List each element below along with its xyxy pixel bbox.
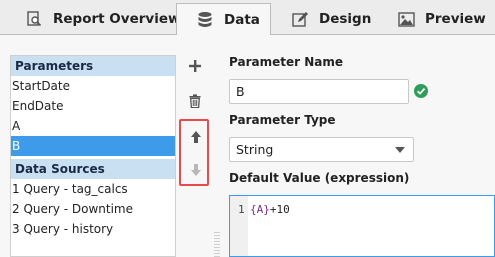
tab-bar: Report Overview Data Design Preview <box>0 0 495 36</box>
parameter-item-selected[interactable]: B <box>11 136 175 156</box>
parameter-item[interactable]: StartDate <box>11 76 175 96</box>
delete-parameter-button[interactable] <box>185 92 205 112</box>
arrow-up-icon <box>190 130 202 147</box>
default-value-label: Default Value (expression) <box>229 171 410 185</box>
tab-design[interactable]: Design <box>291 3 371 35</box>
code-text: +10 <box>269 203 290 216</box>
data-source-item[interactable]: 1 Query - tag_calcs <box>11 179 175 199</box>
line-number-gutter: 1 <box>230 196 248 256</box>
tab-label: Report Overview <box>53 11 181 27</box>
tab-label: Data <box>224 12 260 28</box>
tab-data[interactable]: Data <box>176 3 271 36</box>
chevron-down-icon <box>395 147 405 153</box>
valid-check-icon <box>414 84 428 98</box>
report-search-icon <box>25 10 43 28</box>
parameter-item[interactable]: A <box>11 116 175 136</box>
parameters-header: Parameters <box>11 56 175 76</box>
tab-label: Preview <box>425 11 486 27</box>
tab-preview[interactable]: Preview <box>397 3 486 35</box>
parameter-type-select[interactable]: String <box>229 137 414 162</box>
move-down-button[interactable] <box>186 161 206 181</box>
parameter-item[interactable]: EndDate <box>11 96 175 116</box>
data-sources-header: Data Sources <box>11 159 175 179</box>
plus-icon <box>188 59 202 76</box>
image-icon <box>397 10 415 28</box>
tab-label: Design <box>319 11 372 27</box>
arrow-down-icon <box>190 163 202 180</box>
data-source-item[interactable]: 3 Query - history <box>11 219 175 239</box>
splitter-grip[interactable] <box>214 232 220 257</box>
parameter-name-label: Parameter Name <box>229 55 343 69</box>
expression-editor[interactable]: 1 {A}+10 <box>229 195 495 257</box>
expression-code: {A}+10 <box>250 203 290 216</box>
line-number: 1 <box>238 203 245 216</box>
trash-icon <box>189 93 201 111</box>
tab-report-overview[interactable]: Report Overview <box>25 3 180 35</box>
parameters-datasources-panel: Parameters StartDate EndDate A B Data So… <box>10 55 176 257</box>
move-buttons-highlight <box>179 119 209 186</box>
add-parameter-button[interactable] <box>185 57 205 77</box>
parameter-name-input[interactable]: B <box>229 79 409 104</box>
data-source-item[interactable]: 2 Query - Downtime <box>11 199 175 219</box>
database-icon <box>196 11 214 29</box>
code-reference-token: {A} <box>250 203 270 216</box>
parameter-type-label: Parameter Type <box>229 113 336 127</box>
move-up-button[interactable] <box>186 128 206 148</box>
parameter-type-value: String <box>236 142 274 157</box>
pencil-edit-icon <box>291 10 309 28</box>
